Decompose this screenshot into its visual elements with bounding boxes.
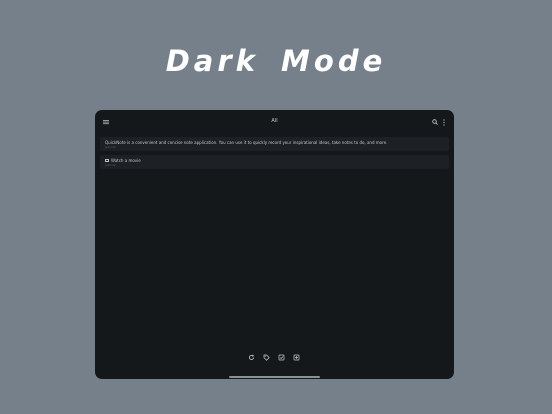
add-icon[interactable] <box>293 354 300 361</box>
note-timestamp: Just now <box>105 146 116 149</box>
promo-headline: Dark Mode <box>165 44 387 78</box>
app-title: All <box>271 118 278 124</box>
note-text: QuickNote is a convenient and concise no… <box>105 140 388 145</box>
refresh-icon[interactable] <box>248 354 255 361</box>
top-app-bar: All <box>95 110 454 134</box>
note-card[interactable]: QuickNote is a convenient and concise no… <box>100 137 449 151</box>
todo-row: Watch a movie <box>105 158 141 163</box>
bottom-toolbar <box>95 354 454 362</box>
tablet-screen: All QuickNote is a convenient and concis… <box>95 110 454 379</box>
more-vertical-icon[interactable] <box>442 119 446 126</box>
todo-card[interactable]: Watch a movie Just now <box>100 155 449 169</box>
search-icon[interactable] <box>432 119 438 125</box>
todo-timestamp: Just now <box>105 164 116 167</box>
checklist-icon[interactable] <box>278 354 285 361</box>
tag-icon[interactable] <box>263 354 270 361</box>
promo-page: Dark Mode All QuickNote is a convenient … <box>0 0 552 414</box>
todo-checkbox[interactable] <box>105 158 109 163</box>
todo-text: Watch a movie <box>111 158 141 163</box>
home-indicator[interactable] <box>229 376 320 378</box>
